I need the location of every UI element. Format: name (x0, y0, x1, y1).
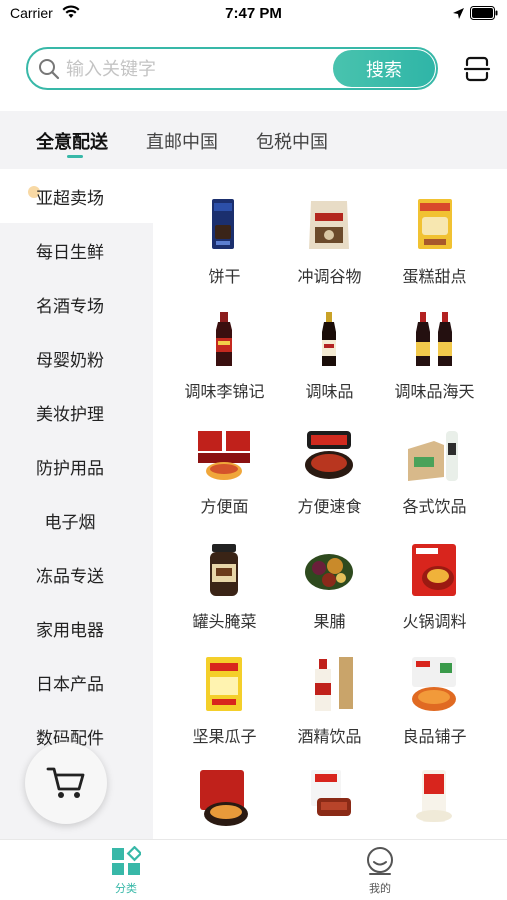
shopping-cart-icon (46, 767, 85, 798)
nav-item-category[interactable]: 分类 (66, 840, 186, 900)
drink-box-icon (408, 431, 458, 481)
sidebar-item-fine-liquor[interactable]: 名酒专场 (0, 277, 140, 331)
product-label: 各式饮品 (402, 497, 467, 516)
product-tile[interactable]: 调味李锦记 (172, 310, 277, 420)
twin-sauce-bottles-icon (416, 312, 452, 366)
nuts-bag-icon (206, 657, 242, 711)
product-tile[interactable]: 火锅调料 (382, 540, 487, 650)
category-icon (112, 846, 141, 875)
sidebar-item-e-cigarette[interactable]: 电子烟 (0, 493, 140, 547)
delivery-tabs: 全意配送 直邮中国 包税中国 (0, 111, 507, 169)
rice-bag-icon (416, 770, 452, 822)
product-label: 蛋糕甜点 (402, 267, 467, 286)
nav-label-profile: 我的 (369, 882, 391, 895)
sidebar-item-frozen[interactable]: 冻品专送 (0, 547, 140, 601)
cereal-bag-icon (309, 201, 349, 249)
product-tile[interactable]: 良品铺子 (382, 655, 487, 765)
bottom-nav: 分类 我的 (0, 839, 507, 900)
product-tile[interactable]: 方便速食 (277, 425, 382, 535)
product-tile[interactable]: 饼干 (172, 195, 277, 305)
product-tile[interactable]: 调味品海天 (382, 310, 487, 420)
sidebar-item-beauty-care[interactable]: 美妆护理 (0, 385, 140, 439)
clock: 7:47 PM (225, 5, 282, 22)
search-input[interactable] (66, 56, 326, 82)
noodle-pack-icon (200, 770, 248, 826)
product-tile[interactable]: 罐头腌菜 (172, 540, 277, 650)
sauce-bottle-icon (216, 312, 232, 366)
status-bar: Carrier 7:47 PM (0, 0, 507, 28)
product-tile[interactable]: 坚果瓜子 (172, 655, 277, 765)
soy-sauce-bottle-icon (322, 312, 336, 366)
product-tile[interactable]: 方便面 (172, 425, 277, 535)
tab-tax-included-china[interactable]: 包税中国 (256, 128, 328, 154)
product-tile[interactable]: 蛋糕甜点 (382, 195, 487, 305)
sidebar-item-baby-formula[interactable]: 母婴奶粉 (0, 331, 140, 385)
sidebar-item-asian-supermarket[interactable]: 亚超卖场 (0, 169, 140, 223)
search-button[interactable]: 搜索 (333, 50, 435, 87)
scan-icon[interactable] (463, 55, 491, 83)
meat-snack-icon (311, 770, 351, 816)
product-tile[interactable]: 各式饮品 (382, 425, 487, 535)
sidebar-item-daily-fresh[interactable]: 每日生鲜 (0, 223, 140, 277)
cake-pack-icon (418, 199, 452, 249)
dried-fruit-icon (305, 554, 353, 590)
active-tab-indicator (67, 155, 83, 158)
battery-icon (470, 6, 498, 20)
sidebar-item-japan-products[interactable]: 日本产品 (0, 655, 140, 709)
hotpot-seasoning-icon (412, 544, 456, 596)
product-tile[interactable]: 冲调谷物 (277, 195, 382, 305)
location-arrow-icon (453, 8, 464, 19)
search-bar: 搜索 (26, 47, 438, 90)
product-tile[interactable]: 调味品 (277, 310, 382, 420)
tab-direct-mail-china[interactable]: 直邮中国 (146, 128, 218, 154)
cart-button[interactable] (25, 742, 107, 824)
product-tile[interactable]: 酒精饮品 (277, 655, 382, 765)
product-label: 良品铺子 (402, 727, 467, 746)
product-label: 火锅调料 (402, 612, 467, 631)
nav-item-profile[interactable]: 我的 (320, 840, 440, 900)
liquor-bottle-icon (315, 657, 353, 711)
search-icon (39, 59, 60, 80)
self-heating-hotpot-icon (305, 431, 353, 479)
pickle-jar-icon (210, 544, 238, 596)
sidebar-item-appliances[interactable]: 家用电器 (0, 601, 140, 655)
nav-label-category: 分类 (115, 882, 137, 895)
instant-noodles-icon (198, 431, 250, 480)
product-label: 调味品海天 (394, 382, 475, 401)
product-tile[interactable]: 果脯 (277, 540, 382, 650)
biscuit-box-icon (212, 199, 234, 249)
snack-bag-icon (412, 657, 456, 711)
tab-quanyi-delivery[interactable]: 全意配送 (36, 128, 108, 154)
sidebar-item-protective[interactable]: 防护用品 (0, 439, 140, 493)
profile-icon (367, 847, 393, 875)
